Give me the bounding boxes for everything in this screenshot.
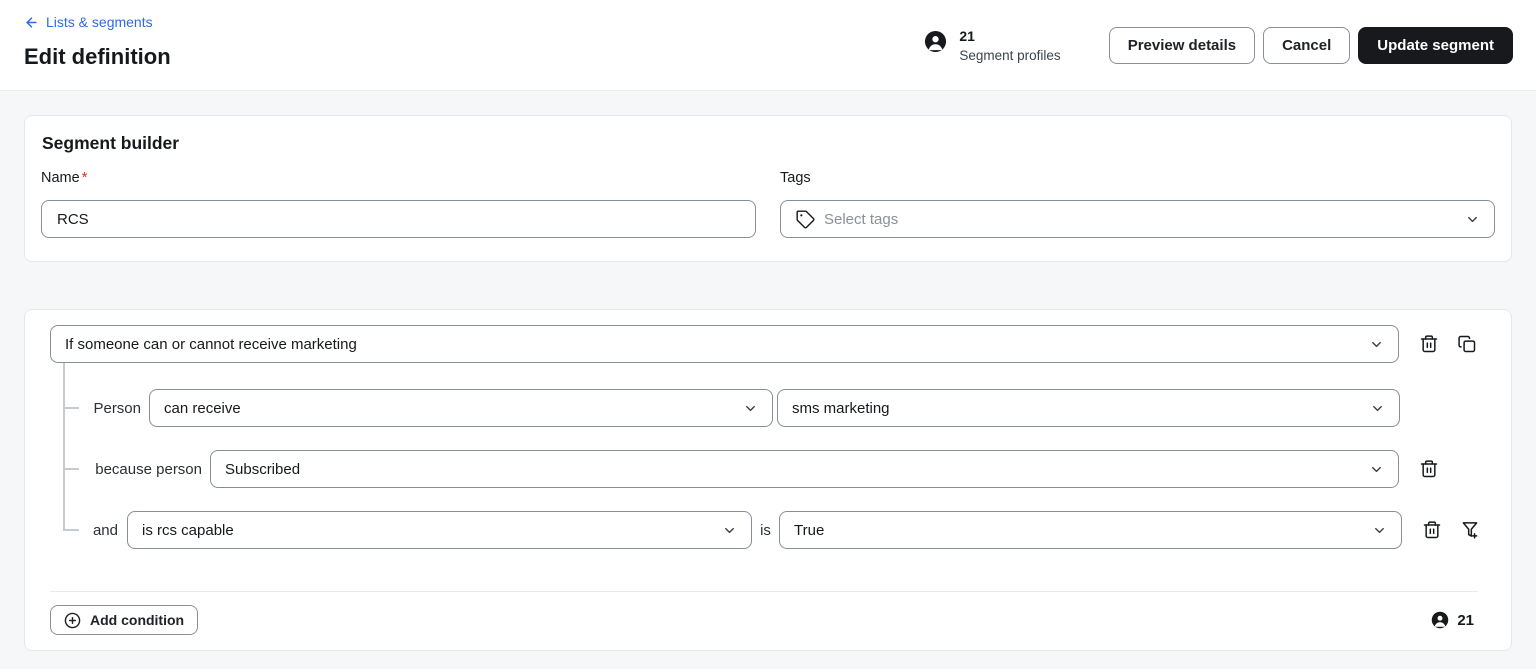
card-divider <box>50 591 1478 592</box>
required-marker: * <box>81 170 88 186</box>
plus-circle-icon <box>64 612 81 629</box>
preview-details-button[interactable]: Preview details <box>1108 27 1256 64</box>
duplicate-condition-button[interactable] <box>1454 331 1480 357</box>
condition-row-person: Person can receive sms marketing <box>50 389 1478 427</box>
delete-condition-button[interactable] <box>1416 331 1442 357</box>
back-link[interactable]: Lists & segments <box>24 14 153 30</box>
condition-card: If someone can or cannot receive marketi… <box>24 309 1512 651</box>
chevron-down-icon <box>1372 523 1387 538</box>
tree-connector-tick <box>63 407 79 409</box>
profiles-label: Segment profiles <box>959 47 1061 63</box>
row3-label: and <box>92 521 118 539</box>
page-header: Lists & segments Edit definition 21 Segm… <box>0 0 1536 91</box>
profile-avatar-icon <box>924 30 947 53</box>
chevron-down-icon <box>743 401 758 416</box>
chevron-down-icon <box>1369 337 1384 352</box>
add-filter-button[interactable] <box>1457 517 1483 543</box>
delete-row-button[interactable] <box>1416 456 1442 482</box>
row3-connector-label: is <box>760 521 771 539</box>
property-select[interactable]: is rcs capable <box>127 511 752 549</box>
consent-operator-select[interactable]: can receive <box>149 389 773 427</box>
update-segment-button[interactable]: Update segment <box>1358 27 1513 64</box>
trash-icon <box>1419 334 1439 354</box>
filter-plus-icon <box>1460 520 1480 540</box>
profile-avatar-icon <box>1431 611 1449 629</box>
copy-icon <box>1457 334 1477 354</box>
delete-row-button[interactable] <box>1419 517 1445 543</box>
property-value-select[interactable]: True <box>779 511 1402 549</box>
condition-row-property: and is rcs capable is True <box>50 511 1478 549</box>
chevron-down-icon <box>1465 212 1480 227</box>
tags-select[interactable]: Select tags <box>780 200 1495 238</box>
tags-placeholder: Select tags <box>824 210 899 228</box>
tag-icon <box>795 209 815 229</box>
arrow-left-icon <box>24 15 39 30</box>
chevron-down-icon <box>1370 401 1385 416</box>
chevron-down-icon <box>1369 462 1384 477</box>
name-input[interactable] <box>41 200 756 238</box>
add-condition-button[interactable]: Add condition <box>50 605 199 635</box>
condition-row-consent-reason: because person Subscribed <box>50 450 1478 488</box>
condition-profiles-count: 21 <box>1431 611 1478 629</box>
name-label: Name * <box>41 170 88 186</box>
condition-type-select[interactable]: If someone can or cannot receive marketi… <box>50 325 1399 363</box>
segment-profiles-summary: 21 Segment profiles <box>924 26 1061 66</box>
profiles-count: 21 <box>959 27 975 44</box>
trash-icon <box>1422 520 1442 540</box>
back-link-label: Lists & segments <box>46 14 153 30</box>
page-content: Segment builder Name* Tags Select tags <box>0 91 1536 669</box>
cancel-button[interactable]: Cancel <box>1263 27 1351 64</box>
marketing-channel-select[interactable]: sms marketing <box>777 389 1400 427</box>
consent-status-select[interactable]: Subscribed <box>210 450 1399 488</box>
trash-icon <box>1419 459 1439 479</box>
segment-builder-card: Segment builder Name* Tags Select tags <box>24 115 1512 262</box>
profiles-count: 21 <box>1457 611 1474 629</box>
tree-connector-tick <box>63 529 79 531</box>
chevron-down-icon <box>722 523 737 538</box>
tree-connector-vertical <box>63 363 65 530</box>
segment-builder-title: Segment builder <box>42 133 180 153</box>
condition-type-value: If someone can or cannot receive marketi… <box>65 335 357 353</box>
tree-connector-tick <box>63 468 79 470</box>
tags-label: Tags <box>780 170 811 186</box>
add-condition-label: Add condition <box>90 612 185 628</box>
